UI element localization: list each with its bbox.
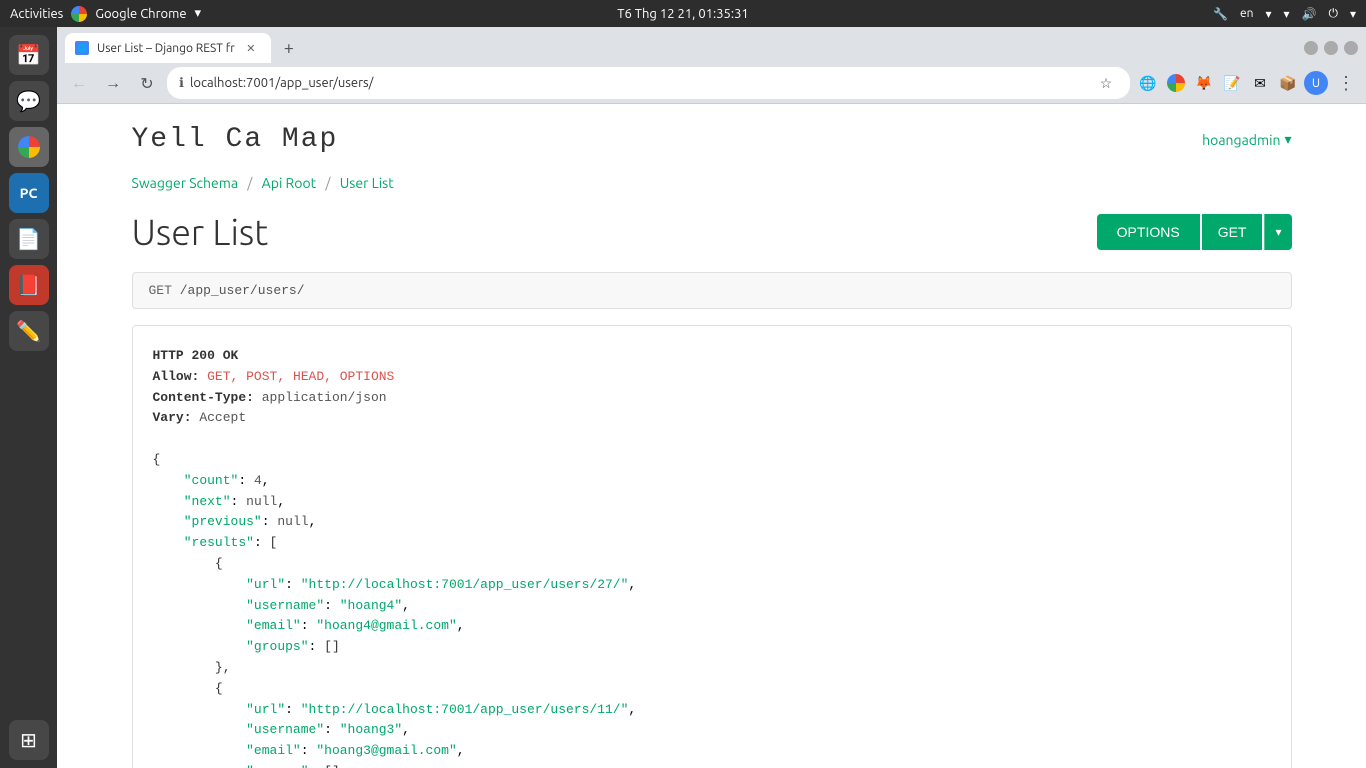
response-box: HTTP 200 OK Allow: GET, POST, HEAD, OPTI… bbox=[132, 325, 1292, 768]
result0-username: "hoang4" bbox=[340, 598, 402, 613]
result1-groups: [] bbox=[324, 764, 340, 768]
window-controls bbox=[1304, 41, 1358, 55]
address-input[interactable]: ℹ localhost:7001/app_user/users/ ☆ bbox=[167, 67, 1130, 99]
drf-header: Yell Ca Map hoangadmin ▾ bbox=[132, 124, 1292, 155]
ext-chrome[interactable] bbox=[1164, 71, 1188, 95]
dock-item-files[interactable]: 📄 bbox=[9, 219, 49, 259]
dock-item-pycharm[interactable]: PC bbox=[9, 173, 49, 213]
site-logo[interactable]: Yell Ca Map bbox=[132, 124, 339, 155]
activities-button[interactable]: Activities bbox=[10, 7, 63, 21]
bookmark-icon[interactable]: ☆ bbox=[1094, 71, 1118, 95]
dock: 📅 💬 PC 📄 📕 ✏️ ⊞ bbox=[0, 27, 57, 768]
os-topbar-left: Activities Google Chrome ▾ bbox=[10, 6, 201, 22]
content-type-value: application/json bbox=[262, 390, 387, 405]
user-menu[interactable]: hoangadmin ▾ bbox=[1202, 131, 1291, 148]
dock-item-messaging[interactable]: 💬 bbox=[9, 81, 49, 121]
os-wifi-icon: ▾ bbox=[1283, 7, 1289, 21]
content-type-label: Content-Type: bbox=[153, 390, 254, 405]
breadcrumb-api-root[interactable]: Api Root bbox=[262, 175, 316, 191]
dock-item-calendar[interactable]: 📅 bbox=[9, 35, 49, 75]
address-bar: ← → ↻ ℹ localhost:7001/app_user/users/ ☆… bbox=[57, 63, 1366, 103]
dock-item-chrome[interactable] bbox=[9, 127, 49, 167]
get-button[interactable]: GET bbox=[1202, 214, 1263, 250]
http-status: HTTP 200 OK bbox=[153, 348, 239, 363]
page-title: User List bbox=[132, 211, 269, 252]
http-vary-line: Vary: Accept bbox=[153, 408, 1271, 429]
allow-value: GET, POST, HEAD, OPTIONS bbox=[207, 369, 394, 384]
os-app-chevron[interactable]: ▾ bbox=[195, 6, 202, 21]
reload-button[interactable]: ↻ bbox=[133, 69, 161, 97]
os-tools-icon: 🔧 bbox=[1213, 7, 1228, 21]
json-next: null bbox=[246, 494, 277, 509]
os-lang[interactable]: en bbox=[1240, 7, 1253, 20]
page-title-area: User List OPTIONS GET ▾ bbox=[132, 211, 1292, 252]
os-app-name: Google Chrome bbox=[95, 7, 186, 21]
os-topbar: Activities Google Chrome ▾ T6 Thg 12 21,… bbox=[0, 0, 1366, 27]
window-minimize-button[interactable] bbox=[1304, 41, 1318, 55]
os-lang-chevron[interactable]: ▾ bbox=[1265, 7, 1271, 21]
tab-close-button[interactable]: ✕ bbox=[243, 40, 259, 56]
json-response: { "count": 4, "next": null, "previous": … bbox=[153, 450, 1271, 768]
result1-url: "http://localhost:7001/app_user/users/11… bbox=[301, 702, 629, 717]
vary-label: Vary: bbox=[153, 410, 192, 425]
os-volume-icon: 🔊 bbox=[1302, 7, 1317, 21]
ext-addon1[interactable]: 🦊 bbox=[1192, 71, 1216, 95]
extension-icons: 🌐 🦊 📝 ✉ 📦 U bbox=[1136, 71, 1328, 95]
result0-email: "hoang4@gmail.com" bbox=[316, 618, 456, 633]
new-tab-button[interactable]: + bbox=[275, 34, 303, 62]
ext-addon3[interactable]: ✉ bbox=[1248, 71, 1272, 95]
browser-chrome: 🌐 User List – Django REST fr ✕ + ← → ↻ ℹ… bbox=[57, 27, 1366, 104]
http-content-type-line: Content-Type: application/json bbox=[153, 388, 1271, 409]
forward-button[interactable]: → bbox=[99, 69, 127, 97]
user-chevron: ▾ bbox=[1284, 131, 1291, 148]
username-label: hoangadmin bbox=[1202, 132, 1280, 148]
breadcrumb: Swagger Schema / Api Root / User List bbox=[132, 175, 1292, 191]
ext-translate[interactable]: 🌐 bbox=[1136, 71, 1160, 95]
page-content: Yell Ca Map hoangadmin ▾ Swagger Schema … bbox=[57, 104, 1366, 768]
dock-item-pen[interactable]: ✏️ bbox=[9, 311, 49, 351]
url-display: GET /app_user/users/ bbox=[132, 272, 1292, 309]
back-button[interactable]: ← bbox=[65, 69, 93, 97]
ext-avatar[interactable]: U bbox=[1304, 71, 1328, 95]
breadcrumb-current[interactable]: User List bbox=[340, 175, 394, 191]
drf-container: Yell Ca Map hoangadmin ▾ Swagger Schema … bbox=[112, 104, 1312, 768]
http-status-line: HTTP 200 OK bbox=[153, 346, 1271, 367]
dock-item-rednotebook[interactable]: 📕 bbox=[9, 265, 49, 305]
secure-icon: ℹ bbox=[179, 76, 184, 91]
http-allow-line: Allow: GET, POST, HEAD, OPTIONS bbox=[153, 367, 1271, 388]
browser-window: 🌐 User List – Django REST fr ✕ + ← → ↻ ℹ… bbox=[57, 27, 1366, 768]
window-maximize-button[interactable] bbox=[1324, 41, 1338, 55]
vary-value: Accept bbox=[199, 410, 246, 425]
result1-email: "hoang3@gmail.com" bbox=[316, 743, 456, 758]
os-power-icon[interactable]: ⏻ bbox=[1328, 7, 1338, 21]
breadcrumb-sep-1: / bbox=[247, 175, 252, 191]
allow-label: Allow: bbox=[153, 369, 200, 384]
url-path: /app_user/users/ bbox=[180, 283, 305, 298]
action-buttons: OPTIONS GET ▾ bbox=[1097, 214, 1292, 250]
tab-favicon: 🌐 bbox=[75, 41, 89, 55]
tab-title: User List – Django REST fr bbox=[97, 42, 235, 55]
ext-addon4[interactable]: 📦 bbox=[1276, 71, 1300, 95]
url-method: GET bbox=[149, 283, 172, 298]
result0-url: "http://localhost:7001/app_user/users/27… bbox=[301, 577, 629, 592]
browser-tab-active[interactable]: 🌐 User List – Django REST fr ✕ bbox=[65, 33, 271, 63]
json-count: 4 bbox=[254, 473, 262, 488]
tab-bar: 🌐 User List – Django REST fr ✕ + bbox=[57, 27, 1366, 63]
dock-item-apps[interactable]: ⊞ bbox=[9, 720, 49, 760]
ext-addon2[interactable]: 📝 bbox=[1220, 71, 1244, 95]
window-close-button[interactable] bbox=[1344, 41, 1358, 55]
browser-menu-button[interactable]: ⋮ bbox=[1334, 71, 1358, 95]
breadcrumb-sep-2: / bbox=[325, 175, 330, 191]
options-button[interactable]: OPTIONS bbox=[1097, 214, 1200, 250]
get-dropdown-button[interactable]: ▾ bbox=[1264, 214, 1291, 250]
os-power-chevron[interactable]: ▾ bbox=[1350, 7, 1356, 21]
breadcrumb-swagger[interactable]: Swagger Schema bbox=[132, 175, 239, 191]
json-previous: null bbox=[277, 514, 308, 529]
os-topbar-clock: T6 Thg 12 21, 01:35:31 bbox=[617, 7, 749, 21]
os-topbar-right: 🔧 en ▾ ▾ 🔊 ⏻ ▾ bbox=[1213, 7, 1356, 21]
result0-groups: [] bbox=[324, 639, 340, 654]
chrome-icon bbox=[71, 6, 87, 22]
address-text: localhost:7001/app_user/users/ bbox=[190, 76, 1088, 90]
result1-username: "hoang3" bbox=[340, 722, 402, 737]
